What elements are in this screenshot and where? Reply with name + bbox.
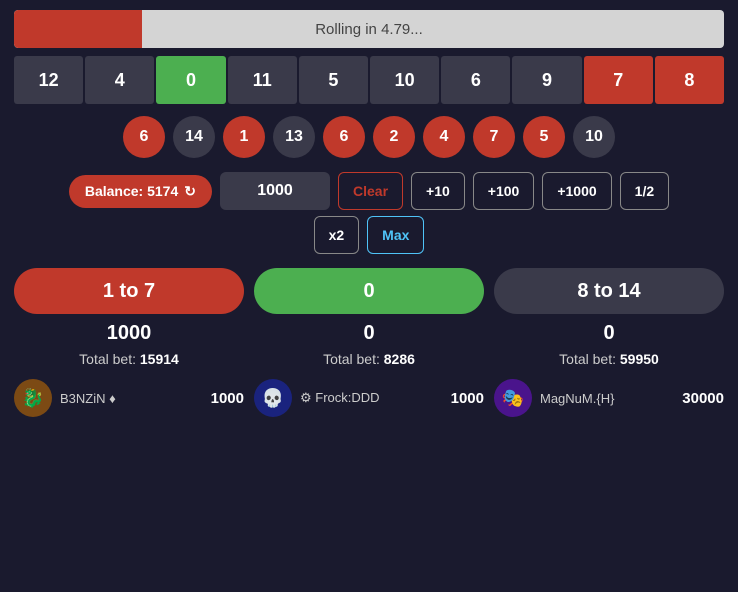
plus10-button[interactable]: +10 — [411, 172, 465, 210]
tile: 6 — [441, 56, 510, 104]
bet-col-0: 1 to 7 1000 Total bet: 15914 — [14, 268, 244, 367]
dice-ball: 10 — [573, 116, 615, 158]
balance-label: Balance: 5174 — [85, 183, 178, 199]
dice-ball: 6 — [123, 116, 165, 158]
progress-bar: Rolling in 4.79... — [14, 10, 724, 48]
refresh-icon: ↻ — [184, 183, 196, 200]
dice-ball: 1 — [223, 116, 265, 158]
bet-amount-1: 0 — [363, 322, 374, 345]
total-bet-0: Total bet: 15914 — [79, 351, 179, 367]
dice-ball: 5 — [523, 116, 565, 158]
dice-ball: 14 — [173, 116, 215, 158]
player-bet-2: 30000 — [682, 390, 724, 407]
rolling-text: Rolling in 4.79... — [14, 21, 724, 38]
dice-ball: 13 — [273, 116, 315, 158]
player-col-2: 🎭 MagNuM.{H} 30000 — [494, 379, 724, 417]
bet-label-button-1[interactable]: 0 — [254, 268, 484, 314]
player-name-0: B3NZiN ♦ — [60, 391, 116, 406]
x2-button[interactable]: x2 — [314, 216, 360, 254]
bet-input[interactable] — [220, 172, 330, 210]
progress-section: Rolling in 4.79... — [0, 0, 738, 54]
dice-ball: 6 — [323, 116, 365, 158]
clear-button[interactable]: Clear — [338, 172, 403, 210]
bet-sections: 1 to 7 1000 Total bet: 15914 0 0 Total bet: 8… — [0, 262, 738, 375]
plus1000-button[interactable]: +1000 — [542, 172, 611, 210]
player-col-1: 💀 ⚙ Frock:DDD 1000 — [254, 379, 484, 417]
btn-row2: x2 Max — [0, 214, 738, 262]
total-bet-2: Total bet: 59950 — [559, 351, 659, 367]
tile: 5 — [299, 56, 368, 104]
bet-label-button-0[interactable]: 1 to 7 — [14, 268, 244, 314]
dice-ball: 2 — [373, 116, 415, 158]
bet-label-button-2[interactable]: 8 to 14 — [494, 268, 724, 314]
dice-ball: 7 — [473, 116, 515, 158]
total-bet-1: Total bet: 8286 — [323, 351, 415, 367]
players-section: 🐉 B3NZiN ♦ 1000 💀 ⚙ Frock:DDD 1000 🎭 MagNuM.{H}… — [0, 375, 738, 423]
controls-section[interactable]: Balance: 5174 ↻ Clear +10 +100 +1000 1/2 — [0, 168, 738, 214]
dice-ball: 4 — [423, 116, 465, 158]
avatar-0: 🐉 — [14, 379, 52, 417]
tile: 11 — [228, 56, 297, 104]
bet-amount-0: 1000 — [107, 322, 152, 345]
half-button[interactable]: 1/2 — [620, 172, 669, 210]
tile: 8 — [655, 56, 724, 104]
bet-amount-2: 0 — [603, 322, 614, 345]
tile: 10 — [370, 56, 439, 104]
player-name-2: MagNuM.{H} — [540, 391, 614, 406]
max-button[interactable]: Max — [367, 216, 424, 254]
tile: 12 — [14, 56, 83, 104]
player-name-1: ⚙ Frock:DDD — [300, 390, 380, 406]
tile: 0 — [156, 56, 225, 104]
bet-col-1: 0 0 Total bet: 8286 — [254, 268, 484, 367]
tile: 9 — [512, 56, 581, 104]
avatar-1: 💀 — [254, 379, 292, 417]
tile: 4 — [85, 56, 154, 104]
bet-col-2: 8 to 14 0 Total bet: 59950 — [494, 268, 724, 367]
avatar-2: 🎭 — [494, 379, 532, 417]
player-bet-0: 1000 — [211, 390, 244, 407]
player-bet-1: 1000 — [451, 390, 484, 407]
balance-button[interactable]: Balance: 5174 ↻ — [69, 175, 212, 208]
plus100-button[interactable]: +100 — [473, 172, 535, 210]
tile: 7 — [584, 56, 653, 104]
dice-history: 6141136247510 — [0, 110, 738, 168]
player-col-0: 🐉 B3NZiN ♦ 1000 — [14, 379, 244, 417]
tiles-section: 1240115106978 — [0, 54, 738, 110]
